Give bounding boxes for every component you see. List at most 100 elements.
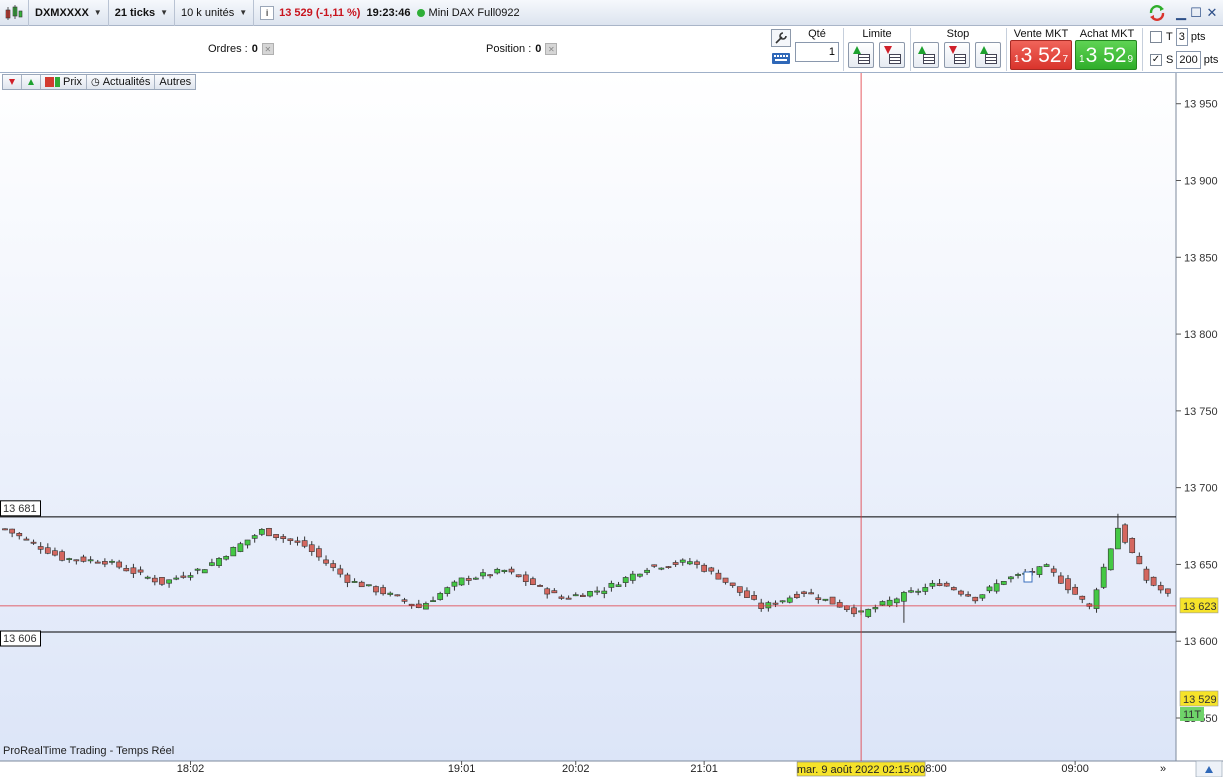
candle-body (180, 575, 187, 578)
candle-body (344, 574, 351, 583)
info-icon[interactable]: i (260, 5, 275, 20)
x-tick-label: 09:00 (1061, 763, 1089, 775)
candle-body (694, 561, 700, 565)
candlestick-icon (5, 4, 23, 20)
chart-type-button[interactable] (0, 0, 29, 26)
buy-market-button[interactable]: 1 3 52 9 (1075, 40, 1137, 70)
candle-body (66, 558, 73, 561)
candle-body (708, 567, 715, 572)
wrench-icon (775, 32, 787, 44)
sell-market-button[interactable]: 1 3 52 7 (1010, 40, 1072, 70)
news-tab[interactable]: ◷ Actualités (87, 75, 156, 89)
candle-body (558, 596, 565, 599)
chart-toolbar: Prix ◷ Actualités Autres (2, 74, 197, 90)
candle-body (786, 597, 793, 603)
quantity-input[interactable] (795, 42, 839, 62)
target-points-input[interactable]: 3 (1175, 28, 1188, 46)
candle-body (237, 543, 244, 552)
buy-stop-button[interactable] (913, 42, 939, 68)
position-counter: Position : 0 ✕ (486, 43, 558, 55)
candle-body (601, 590, 608, 594)
candle-body (637, 573, 643, 577)
candle-body (736, 586, 743, 593)
sync-button[interactable] (1145, 0, 1169, 26)
expand-button[interactable] (22, 75, 41, 89)
candle-body (94, 561, 101, 564)
close-button[interactable]: ✕ (1201, 0, 1223, 26)
chevron-down-icon: ▼ (239, 8, 248, 17)
candle-body (316, 548, 322, 558)
candle-body (266, 528, 272, 537)
candle-body (979, 594, 986, 599)
candle-body (30, 541, 37, 544)
candle-body (480, 572, 486, 577)
price-chart[interactable]: 13 55013 60013 65013 70013 75013 80013 8… (0, 73, 1223, 777)
candle-body (922, 587, 929, 592)
other-tab[interactable]: Autres (155, 75, 195, 89)
candle-body (801, 591, 807, 594)
order-book-icon (889, 54, 901, 64)
y-tick-label: 13 850 (1184, 252, 1218, 264)
candle-body (615, 584, 622, 587)
settings-button[interactable] (771, 29, 791, 47)
candle-body (280, 536, 287, 539)
arrow-down-icon (9, 79, 15, 85)
candle-body (893, 598, 900, 604)
candle-body (401, 599, 408, 602)
divider (1142, 28, 1143, 71)
close-orders-icon[interactable]: ✕ (261, 43, 274, 55)
sell-stop-button[interactable] (944, 42, 970, 68)
stop-points-input[interactable]: 200 (1176, 51, 1201, 69)
sell-limit-button[interactable] (879, 42, 905, 68)
target-checkbox[interactable] (1150, 31, 1162, 43)
ticker-selector[interactable]: DXMXXXX ▼ (29, 0, 109, 26)
scroll-right-icon[interactable]: » (1160, 763, 1166, 775)
candle-body (487, 574, 493, 577)
quote-time: 19:23:46 (366, 6, 411, 19)
stop-limit-button[interactable] (975, 42, 1001, 68)
chart-canvas[interactable]: 13 55013 60013 65013 70013 75013 80013 8… (0, 73, 1223, 777)
candle-body (679, 559, 686, 563)
cursor-price-text: 13 623 (1183, 601, 1217, 613)
candle-body (451, 581, 458, 587)
candle-body (308, 544, 315, 552)
candle-body (16, 533, 23, 537)
divider (910, 28, 911, 71)
candle-body (729, 582, 736, 586)
candle-body (1015, 574, 1021, 576)
candle-body (1129, 538, 1136, 554)
units-selector[interactable]: 10 k unités ▼ (175, 0, 255, 26)
x-tick-label: 20:02 (562, 763, 590, 775)
limit-label: Limite (862, 28, 892, 40)
candle-body (1122, 524, 1128, 543)
candle-body (808, 592, 815, 595)
candle-body (1050, 568, 1057, 573)
stop-row: ✓ S 200 pts (1150, 51, 1218, 69)
price-tab[interactable]: Prix (41, 75, 87, 89)
stop-checkbox[interactable]: ✓ (1150, 54, 1162, 66)
y-tick-label: 13 800 (1184, 329, 1218, 341)
news-tab-label: Actualités (102, 76, 151, 88)
candle-body (908, 590, 914, 593)
candle-body (779, 600, 786, 603)
period-label: 21 ticks (114, 6, 156, 19)
candle-body (687, 561, 693, 565)
keyboard-button[interactable] (771, 50, 791, 68)
candle-body (351, 581, 358, 583)
collapse-button[interactable] (3, 75, 22, 89)
candle-body (587, 591, 593, 597)
candle-body (2, 528, 8, 531)
candle-body (851, 607, 857, 615)
candle-body (572, 594, 579, 597)
x-tick-label: 18:02 (177, 763, 205, 775)
candle-body (458, 577, 465, 586)
candle-body (73, 559, 80, 562)
buy-limit-button[interactable] (848, 42, 874, 68)
arrow-up-icon (980, 46, 988, 54)
candle-body (794, 593, 800, 598)
period-selector[interactable]: 21 ticks ▼ (109, 0, 176, 26)
close-position-icon[interactable]: ✕ (545, 43, 558, 55)
candle-body (715, 572, 722, 580)
candle-body (144, 576, 151, 579)
candle-body (515, 574, 522, 578)
